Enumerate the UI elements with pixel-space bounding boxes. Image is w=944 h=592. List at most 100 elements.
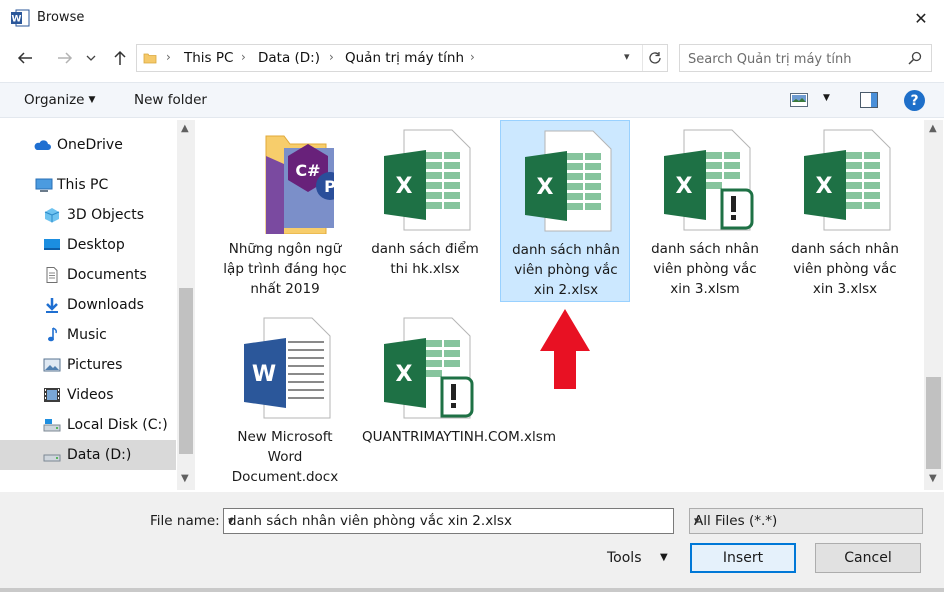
breadcrumb-this-pc[interactable]: This PC — [184, 50, 233, 66]
nav-label-documents: Documents — [67, 267, 147, 283]
scroll-up-icon[interactable]: ▲ — [929, 123, 937, 134]
scroll-down-icon[interactable]: ▼ — [181, 473, 189, 484]
nav-item-onedrive[interactable]: OneDrive — [0, 130, 176, 160]
file-name-label: danh sách nhân viên phòng vắc xin 2.xlsx — [512, 242, 620, 298]
file-item-docx[interactable]: W New Microsoft Word Document.docx — [220, 308, 350, 490]
nav-label-local-disk-c: Local Disk (C:) — [67, 417, 168, 433]
scroll-up-icon[interactable]: ▲ — [181, 123, 189, 134]
scroll-down-icon[interactable]: ▼ — [929, 473, 937, 484]
close-button[interactable]: ✕ — [898, 0, 944, 36]
chevron-down-icon[interactable]: ▾ — [228, 514, 667, 527]
nav-item-videos[interactable]: Videos — [0, 380, 176, 410]
drive-icon — [43, 419, 61, 432]
view-options-caret-icon[interactable]: ▼ — [823, 93, 830, 103]
search-icon[interactable] — [908, 51, 922, 65]
cancel-button[interactable]: Cancel — [815, 543, 921, 573]
search-box[interactable] — [679, 44, 932, 72]
nav-label-desktop: Desktop — [67, 237, 125, 253]
folder-icon — [143, 53, 157, 64]
file-name-label: danh sách nhân viên phòng vắc xin 3.xlsm — [651, 241, 759, 297]
svg-text:X: X — [537, 175, 554, 200]
breadcrumb-current-folder[interactable]: Quản trị máy tính — [345, 50, 464, 66]
breadcrumb-separator: › — [241, 50, 246, 64]
nav-label-pictures: Pictures — [67, 357, 123, 373]
address-history-chevron-icon[interactable]: ▾ — [624, 50, 630, 63]
new-folder-button[interactable]: New folder — [134, 92, 207, 108]
insert-label: Insert — [722, 550, 764, 566]
file-item-xlsx-selected[interactable]: X danh sách nhân viên phòng vắc xin 2.xl… — [500, 120, 630, 302]
close-icon: ✕ — [914, 8, 928, 28]
breadcrumb-data-d[interactable]: Data (D:) — [258, 50, 320, 66]
svg-text:W: W — [12, 15, 22, 25]
nav-item-documents[interactable]: Documents — [0, 260, 176, 290]
nav-scrollbar[interactable]: ▲ ▼ — [177, 120, 195, 490]
nav-item-desktop[interactable]: Desktop — [0, 230, 176, 260]
file-name-label: New Microsoft Word Document.docx — [231, 429, 339, 485]
file-item-xlsx[interactable]: X danh sách điểm thi hk.xlsx — [360, 120, 490, 302]
tools-button[interactable]: Tools ▼ — [607, 550, 668, 566]
nav-item-local-disk-c[interactable]: Local Disk (C:) — [0, 410, 176, 440]
nav-item-pictures[interactable]: Pictures — [0, 350, 176, 380]
excel-file-icon: X — [804, 129, 891, 231]
breadcrumb-separator: › — [329, 50, 334, 64]
file-item-xlsm[interactable]: X QUANTRIMAYTINH.COM.xlsm — [360, 308, 556, 490]
insert-button[interactable]: Insert — [690, 543, 796, 573]
svg-text:C#: C# — [295, 161, 320, 180]
video-icon — [44, 388, 60, 402]
nav-item-this-pc[interactable]: This PC — [0, 170, 176, 200]
arrow-right-icon — [58, 52, 73, 64]
nav-label-music: Music — [67, 327, 107, 343]
nav-label-downloads: Downloads — [67, 297, 144, 313]
picture-icon — [43, 358, 61, 372]
file-list-scrollbar[interactable]: ▲ ▼ — [924, 120, 943, 490]
nav-label-videos: Videos — [67, 387, 114, 403]
preview-pane-icon[interactable] — [860, 92, 878, 108]
nav-scroll-thumb[interactable] — [179, 288, 193, 454]
document-icon — [46, 267, 58, 283]
recent-locations-button[interactable] — [83, 46, 99, 70]
help-button[interactable]: ? — [904, 90, 925, 111]
excel-file-icon: X — [384, 129, 471, 231]
nav-label-onedrive: OneDrive — [57, 137, 123, 153]
nav-label-3d-objects: 3D Objects — [67, 207, 145, 223]
search-input[interactable] — [688, 49, 898, 69]
red-arrow-annotation — [540, 309, 590, 389]
drive-icon — [43, 454, 61, 462]
svg-text:P: P — [324, 177, 334, 196]
file-name-label: danh sách nhân viên phòng vắc xin 3.xlsx — [791, 241, 899, 297]
organize-button[interactable]: Organize ▼ — [24, 92, 95, 108]
file-item-folder[interactable]: C# P Những ngôn ngữ lập trình đáng học n… — [220, 120, 350, 302]
cloud-icon — [34, 140, 51, 150]
command-toolbar: Organize ▼ New folder ▼ ? — [0, 82, 944, 118]
svg-text:X: X — [396, 362, 413, 387]
back-button[interactable] — [13, 46, 37, 70]
svg-text:W: W — [252, 362, 276, 387]
forward-button[interactable] — [53, 46, 77, 70]
nav-item-3d-objects[interactable]: 3D Objects — [0, 200, 176, 230]
nav-item-downloads[interactable]: Downloads — [0, 290, 176, 320]
change-view-icon[interactable] — [790, 93, 808, 107]
navigation-pane: OneDrive This PC 3D Objects Desktop Docu… — [0, 120, 195, 490]
file-name-input[interactable]: danh sách nhân viên phòng vắc xin 2.xlsx… — [223, 508, 674, 534]
excel-macro-file-icon: X — [384, 317, 474, 419]
file-item-xlsm[interactable]: X danh sách nhân viên phòng vắc xin 3.xl… — [640, 120, 770, 302]
breadcrumb-separator: › — [470, 50, 475, 64]
word-app-icon: W — [11, 9, 30, 27]
new-folder-label: New folder — [134, 92, 207, 108]
file-type-select[interactable]: All Files (*.*) ▾ — [689, 508, 923, 534]
help-icon: ? — [910, 92, 919, 109]
cube-icon — [44, 208, 60, 223]
refresh-button[interactable] — [642, 45, 667, 71]
window-title: Browse — [37, 10, 85, 25]
nav-item-music[interactable]: Music — [0, 320, 176, 350]
up-button[interactable] — [108, 46, 132, 70]
file-list-scroll-thumb[interactable] — [926, 377, 941, 469]
caret-down-icon: ▼ — [660, 552, 668, 563]
breadcrumb-separator: › — [166, 50, 171, 64]
excel-file-icon: X — [525, 130, 612, 232]
computer-icon — [35, 178, 53, 192]
file-name-label: QUANTRIMAYTINH.COM.xlsm — [362, 429, 556, 445]
file-item-xlsx[interactable]: X danh sách nhân viên phòng vắc xin 3.xl… — [780, 120, 910, 302]
address-bar[interactable]: › This PC › Data (D:) › Quản trị máy tín… — [136, 44, 668, 72]
nav-item-data-d[interactable]: Data (D:) — [0, 440, 176, 470]
